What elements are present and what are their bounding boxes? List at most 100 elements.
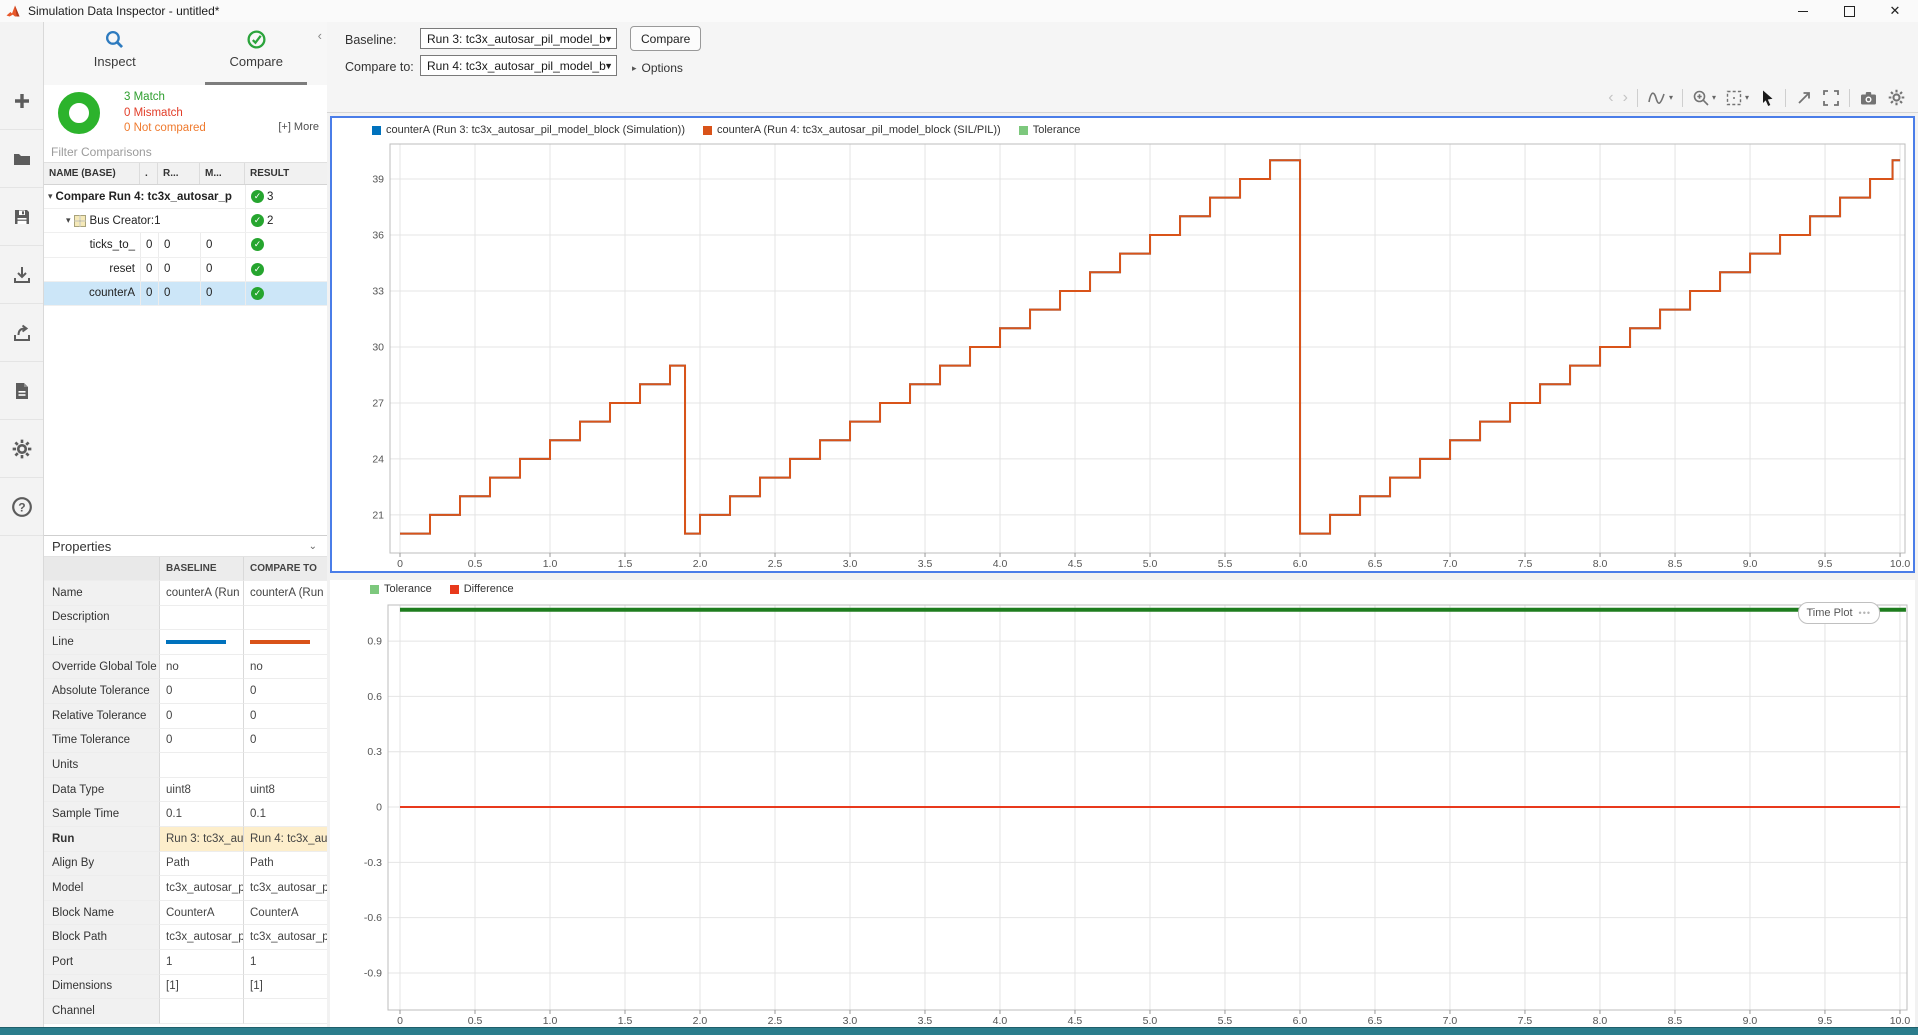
zoom-in-icon	[1692, 89, 1710, 107]
legend-item[interactable]: Difference	[450, 583, 514, 595]
close-button[interactable]: ✕	[1872, 0, 1918, 22]
legend-item[interactable]: Tolerance	[370, 583, 432, 595]
tree-row-bus-creator-1[interactable]: ▾Bus Creator:1✓2	[44, 209, 327, 233]
tree-row-reset[interactable]: reset000✓	[44, 258, 327, 282]
x-tick-label: 4.0	[993, 558, 1008, 570]
tree-row-compare-run-4-tc3x-autosar-p[interactable]: ▾Compare Run 4: tc3x_autosar_p✓3	[44, 185, 327, 209]
tree-row-countera[interactable]: counterA000✓	[44, 282, 327, 306]
expander-icon[interactable]: ▾	[48, 191, 53, 202]
fit-to-view-button[interactable]: ▾	[1725, 89, 1749, 107]
tree-cell: 0	[200, 282, 245, 305]
property-label: Units	[44, 753, 159, 778]
legend-item[interactable]: Tolerance	[1019, 124, 1081, 136]
open-button[interactable]	[0, 130, 43, 188]
match-check-icon: ✓	[251, 263, 264, 276]
tree-column-header[interactable]: M...	[200, 163, 245, 184]
time-plot-button[interactable]: Time Plot •••	[1798, 602, 1881, 624]
x-tick-label: 10.0	[1890, 1015, 1911, 1027]
tree-column-header[interactable]: RESULT	[245, 163, 327, 184]
property-value: 0.1	[243, 802, 327, 827]
match-count: 3 Match	[124, 90, 206, 106]
legend-label: Difference	[464, 583, 514, 595]
options-triangle-icon: ▸	[632, 63, 637, 74]
tree-column-header[interactable]: NAME (BASE)	[44, 163, 140, 184]
left-toolbar: ?	[0, 22, 44, 1027]
expand-button[interactable]	[1795, 89, 1813, 107]
difference-plot-canvas[interactable]: 00.51.01.52.02.53.03.54.04.55.05.56.06.5…	[330, 580, 1915, 1027]
tree-cell: 0	[140, 233, 158, 256]
comparison-tree: ▾Compare Run 4: tc3x_autosar_p✓3▾Bus Cre…	[44, 185, 327, 306]
difference-plot-legend: Tolerance Difference	[370, 583, 514, 595]
minimize-icon	[1798, 11, 1808, 12]
more-link[interactable]: [+] More	[278, 121, 319, 133]
collapse-panel-icon[interactable]: ‹	[318, 28, 322, 43]
tab-compare[interactable]: Compare	[186, 22, 328, 85]
plot-settings-button[interactable]	[1887, 88, 1906, 107]
property-value	[243, 999, 327, 1024]
signal-name: reset	[109, 263, 135, 275]
property-value: uint8	[243, 778, 327, 803]
tab-inspect[interactable]: Inspect	[44, 22, 186, 85]
baseline-run-select[interactable]: Run 3: tc3x_autosar_pil_model_b ▼	[420, 28, 617, 49]
tree-column-header[interactable]: R...	[158, 163, 200, 184]
add-icon	[12, 91, 32, 111]
tree-column-header[interactable]: .	[140, 163, 158, 184]
maximize-button[interactable]	[1826, 0, 1872, 22]
x-tick-label: 6.5	[1368, 1015, 1383, 1027]
x-tick-label: 1.0	[543, 1015, 558, 1027]
y-tick-label: 39	[372, 173, 384, 185]
add-button[interactable]	[0, 72, 43, 130]
next-icon[interactable]: ›	[1623, 90, 1628, 106]
compare-plot[interactable]: counterA (Run 3: tc3x_autosar_pil_model_…	[330, 116, 1915, 573]
property-label: Relative Tolerance	[44, 704, 159, 729]
y-tick-label: 0.6	[367, 691, 382, 703]
previous-icon[interactable]: ‹	[1608, 90, 1613, 106]
check-circle-icon	[246, 29, 267, 50]
legend-item[interactable]: counterA (Run 3: tc3x_autosar_pil_model_…	[372, 124, 685, 136]
report-icon	[12, 381, 32, 401]
property-value: counterA (Run	[243, 581, 327, 606]
property-value: 0	[159, 729, 243, 754]
compare-topbar: Baseline: Run 3: tc3x_autosar_pil_model_…	[327, 22, 1918, 84]
legend-item[interactable]: counterA (Run 4: tc3x_autosar_pil_model_…	[703, 124, 1001, 136]
preferences-button[interactable]	[0, 420, 43, 478]
compare-plot-canvas[interactable]: 00.51.01.52.02.53.03.54.04.55.05.56.06.5…	[332, 118, 1913, 571]
window-controls: ✕	[1780, 0, 1918, 22]
fullscreen-button[interactable]	[1822, 89, 1840, 107]
properties-header[interactable]: Properties ⌄	[44, 535, 327, 557]
pointer-button[interactable]	[1758, 89, 1776, 107]
property-label: Data Type	[44, 778, 159, 803]
compare-button[interactable]: Compare	[630, 26, 701, 51]
matlab-logo-icon	[6, 4, 20, 18]
x-tick-label: 5.0	[1143, 558, 1158, 570]
x-tick-label: 5.5	[1218, 558, 1233, 570]
property-value	[243, 753, 327, 778]
signal-trace-button[interactable]: ▾	[1647, 89, 1673, 107]
x-tick-label: 3.5	[918, 558, 933, 570]
snapshot-button[interactable]	[1859, 89, 1878, 107]
property-row-model: Modeltc3x_autosar_ptc3x_autosar_p	[44, 876, 327, 901]
property-value: CounterA	[243, 901, 327, 926]
tree-row-ticks-to-[interactable]: ticks_to_000✓	[44, 233, 327, 257]
tree-cell: 0	[140, 258, 158, 281]
filter-comparisons-input[interactable]	[44, 141, 327, 162]
save-button[interactable]	[0, 188, 43, 246]
y-tick-label: 24	[372, 453, 384, 465]
x-tick-label: 6.0	[1293, 558, 1308, 570]
baseline-label: Baseline:	[345, 33, 396, 47]
property-value	[243, 630, 327, 655]
compare-to-run-select[interactable]: Run 4: tc3x_autosar_pil_model_b ▼	[420, 55, 617, 76]
minimize-button[interactable]	[1780, 0, 1826, 22]
zoom-in-button[interactable]: ▾	[1692, 89, 1716, 107]
create-report-button[interactable]	[0, 362, 43, 420]
options-expander[interactable]: ▸ Options	[632, 61, 683, 75]
difference-plot[interactable]: Tolerance Difference Time Plot ••• 00.51.…	[330, 580, 1915, 1027]
x-tick-label: 7.0	[1443, 558, 1458, 570]
expander-icon[interactable]: ▾	[66, 215, 71, 226]
match-donut-chart	[58, 92, 100, 134]
import-button[interactable]	[0, 246, 43, 304]
help-button[interactable]: ?	[0, 478, 43, 536]
x-tick-label: 9.5	[1818, 558, 1833, 570]
export-button[interactable]	[0, 304, 43, 362]
pointer-icon	[1758, 89, 1776, 107]
